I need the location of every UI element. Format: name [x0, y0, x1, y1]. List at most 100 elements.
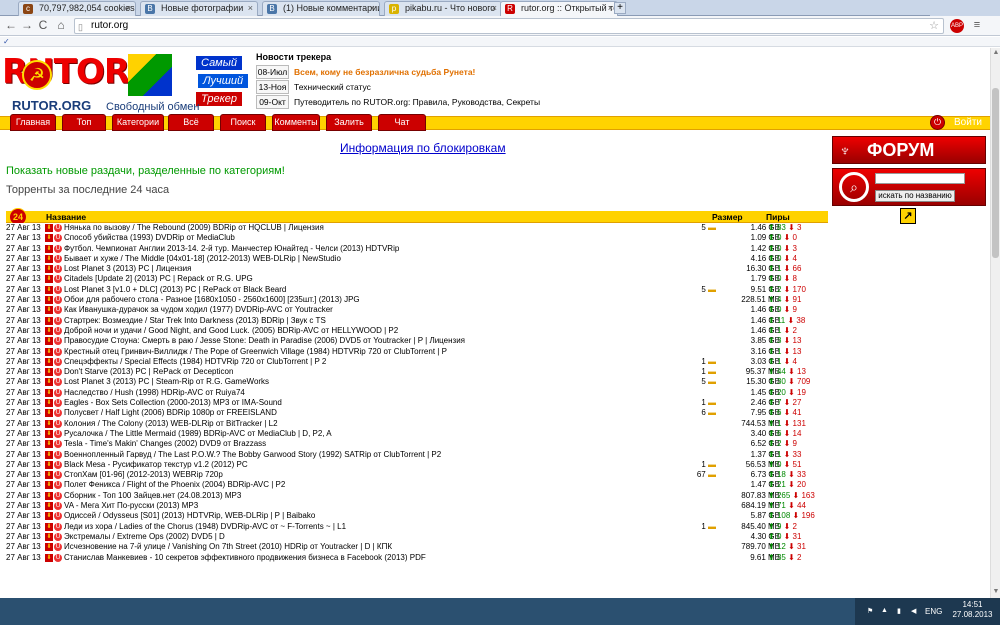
download-icon[interactable]: ⬇ — [45, 419, 53, 428]
magnet-icon[interactable]: U — [54, 224, 62, 232]
magnet-icon[interactable]: U — [54, 368, 62, 377]
download-icon[interactable]: ⬇ — [45, 306, 53, 315]
magnet-icon[interactable]: U — [54, 532, 62, 541]
magnet-icon[interactable]: U — [54, 553, 62, 562]
menu-item[interactable]: Залить — [326, 114, 372, 131]
scrollbar[interactable]: ▲ ▼ — [990, 48, 1000, 598]
torrent-title-link[interactable]: Доброй ночи и удачи / Good Night, and Go… — [64, 326, 694, 336]
torrent-title-link[interactable]: Станислав Манкевиев - 10 секретов эффект… — [64, 553, 694, 563]
download-icon[interactable]: ⬇ — [45, 409, 53, 418]
download-icon[interactable]: ⬇ — [45, 316, 53, 325]
download-icon[interactable]: ⬇ — [45, 388, 53, 397]
torrent-title-link[interactable]: Наследство / Hush (1998) HDRip-AVC от Ru… — [64, 388, 694, 398]
download-icon[interactable]: ⬇ — [45, 532, 53, 541]
download-icon[interactable]: ⬇ — [45, 522, 53, 531]
browser-tab[interactable]: c 70,797,982,054 cookies - Co× — [18, 1, 136, 16]
address-bar[interactable]: ▯ rutor.org ☆ — [74, 18, 944, 34]
download-icon[interactable]: ⬇ — [45, 357, 53, 366]
torrent-title-link[interactable]: Нянька по вызову / The Rebound (2009) BD… — [64, 223, 694, 233]
download-icon[interactable]: ⬇ — [45, 502, 53, 511]
torrent-title-link[interactable]: Бывает и хуже / The Middle [04x01-18] (2… — [64, 254, 694, 264]
download-icon[interactable]: ⬇ — [45, 460, 53, 469]
scroll-thumb[interactable] — [992, 88, 999, 258]
comments-count[interactable]: 1 ▬ — [694, 398, 716, 408]
reload-button[interactable]: C — [36, 18, 50, 33]
torrent-title-link[interactable]: Футбол. Чемпионат Англии 2013-14. 2-й ту… — [64, 244, 694, 254]
magnet-icon[interactable]: U — [54, 450, 62, 459]
menu-item[interactable]: Всё — [168, 114, 214, 131]
magnet-icon[interactable]: U — [54, 378, 62, 387]
download-icon[interactable]: ⬇ — [45, 244, 53, 253]
torrent-title-link[interactable]: СтопХам [01-96] (2012-2013) WEBRip 720p — [64, 470, 694, 480]
torrent-title-link[interactable]: Black Mesa - Русификатор текстур v1.2 (2… — [64, 460, 694, 470]
tab-close-icon[interactable]: × — [492, 2, 497, 15]
magnet-icon[interactable]: U — [54, 316, 62, 325]
download-icon[interactable]: ⬇ — [45, 553, 53, 562]
magnet-icon[interactable]: U — [54, 388, 62, 397]
download-icon[interactable]: ⬇ — [45, 543, 53, 552]
download-icon[interactable]: ⬇ — [45, 254, 53, 263]
torrent-title-link[interactable]: Способ убийства (1993) DVDRip от MediaCl… — [64, 233, 694, 243]
magnet-icon[interactable]: U — [54, 254, 62, 263]
vk-bookmark-icon[interactable]: ✓ — [3, 37, 13, 46]
download-icon[interactable]: ⬇ — [45, 347, 53, 356]
menu-item[interactable]: Поиск — [220, 114, 266, 131]
bookmark-star-icon[interactable]: ☆ — [929, 19, 939, 33]
download-icon[interactable]: ⬇ — [45, 378, 53, 387]
torrent-title-link[interactable]: Стартрек: Возмездие / Star Trek Into Dar… — [64, 316, 694, 326]
magnet-icon[interactable]: U — [54, 347, 62, 356]
download-icon[interactable]: ⬇ — [45, 337, 53, 346]
news-link[interactable]: Путеводитель по RUTOR.org: Правила, Руко… — [294, 95, 540, 109]
torrent-title-link[interactable]: Citadels [Update 2] (2013) PC | Repack о… — [64, 274, 694, 284]
site-logo[interactable]: RUTOR ☭ Самый Лучший Трекер RUTOR.ORG Св… — [2, 52, 249, 118]
download-icon[interactable]: ⬇ — [45, 491, 53, 500]
download-icon[interactable]: ⬇ — [45, 368, 53, 377]
torrent-title-link[interactable]: Lost Planet 3 (2013) PC | Лицензия — [64, 264, 694, 274]
magnet-icon[interactable]: U — [54, 275, 62, 284]
torrent-title-link[interactable]: Правосудие Стоуна: Смерть в раю / Jesse … — [64, 336, 694, 346]
magnet-icon[interactable]: U — [54, 285, 62, 294]
home-button[interactable]: ⌂ — [54, 18, 68, 33]
comments-count[interactable]: 1 ▬ — [694, 460, 716, 470]
adblock-icon[interactable]: ABP — [950, 19, 964, 33]
torrent-title-link[interactable]: Lost Planet 3 [v1.0 + DLC] (2013) PC | R… — [64, 285, 694, 295]
download-icon[interactable]: ⬇ — [45, 285, 53, 294]
torrent-title-link[interactable]: Lost Planet 3 (2013) PC | Steam-Rip от R… — [64, 377, 694, 387]
torrent-title-link[interactable]: Русалочка / The Little Mermaid (1989) BD… — [64, 429, 694, 439]
magnet-icon[interactable]: U — [54, 481, 62, 490]
menu-item[interactable]: Главная — [10, 114, 56, 131]
comments-count[interactable]: 1 ▬ — [694, 367, 716, 377]
torrent-title-link[interactable]: Леди из хора / Ladies of the Chorus (194… — [64, 522, 694, 532]
tray-flag-icon[interactable]: ⚑ — [867, 607, 875, 615]
tray-chevron-icon[interactable]: ▲ — [881, 607, 889, 615]
torrent-title-link[interactable]: VA - Мега Хит По-русски (2013) MP3 — [64, 501, 694, 511]
menu-item[interactable]: Топ — [62, 114, 106, 131]
browser-tab[interactable]: B (1) Новые комментарии × — [262, 1, 380, 16]
comments-count[interactable]: 5 ▬ — [694, 223, 716, 233]
comments-count[interactable]: 6 ▬ — [694, 408, 716, 418]
language-indicator[interactable]: ENG — [925, 607, 942, 616]
torrent-title-link[interactable]: Как Иванушка-дурачок за чудом ходил (197… — [64, 305, 694, 315]
magnet-icon[interactable]: U — [54, 512, 62, 521]
tab-close-icon[interactable]: × — [126, 2, 131, 15]
download-icon[interactable]: ⬇ — [45, 234, 53, 243]
magnet-icon[interactable]: U — [54, 337, 62, 346]
download-icon[interactable]: ⬇ — [45, 429, 53, 438]
block-info-link[interactable]: Информация по блокировкам — [340, 141, 506, 155]
torrent-title-link[interactable]: Колония / The Colony (2013) WEB-DLRip от… — [64, 419, 694, 429]
download-icon[interactable]: ⬇ — [45, 481, 53, 490]
tab-close-icon[interactable]: × — [608, 2, 613, 15]
torrent-title-link[interactable]: Don't Starve (2013) PC | RePack от Decep… — [64, 367, 694, 377]
download-icon[interactable]: ⬇ — [45, 440, 53, 449]
torrent-title-link[interactable]: Одиссей / Odysseus [S01] (2013) HDTVRip,… — [64, 511, 694, 521]
arrow-link-icon[interactable]: ↗ — [900, 208, 916, 224]
download-icon[interactable]: ⬇ — [45, 296, 53, 305]
magnet-icon[interactable]: U — [54, 471, 62, 480]
download-icon[interactable]: ⬇ — [45, 326, 53, 335]
back-button[interactable]: ← — [4, 18, 18, 33]
magnet-icon[interactable]: U — [54, 440, 62, 449]
scroll-up-icon[interactable]: ▲ — [992, 49, 1000, 57]
torrent-title-link[interactable]: Сборник - Топ 100 Зайцев.нет (24.08.2013… — [64, 491, 694, 501]
comments-count[interactable]: 5 ▬ — [694, 377, 716, 387]
magnet-icon[interactable]: U — [54, 296, 62, 305]
